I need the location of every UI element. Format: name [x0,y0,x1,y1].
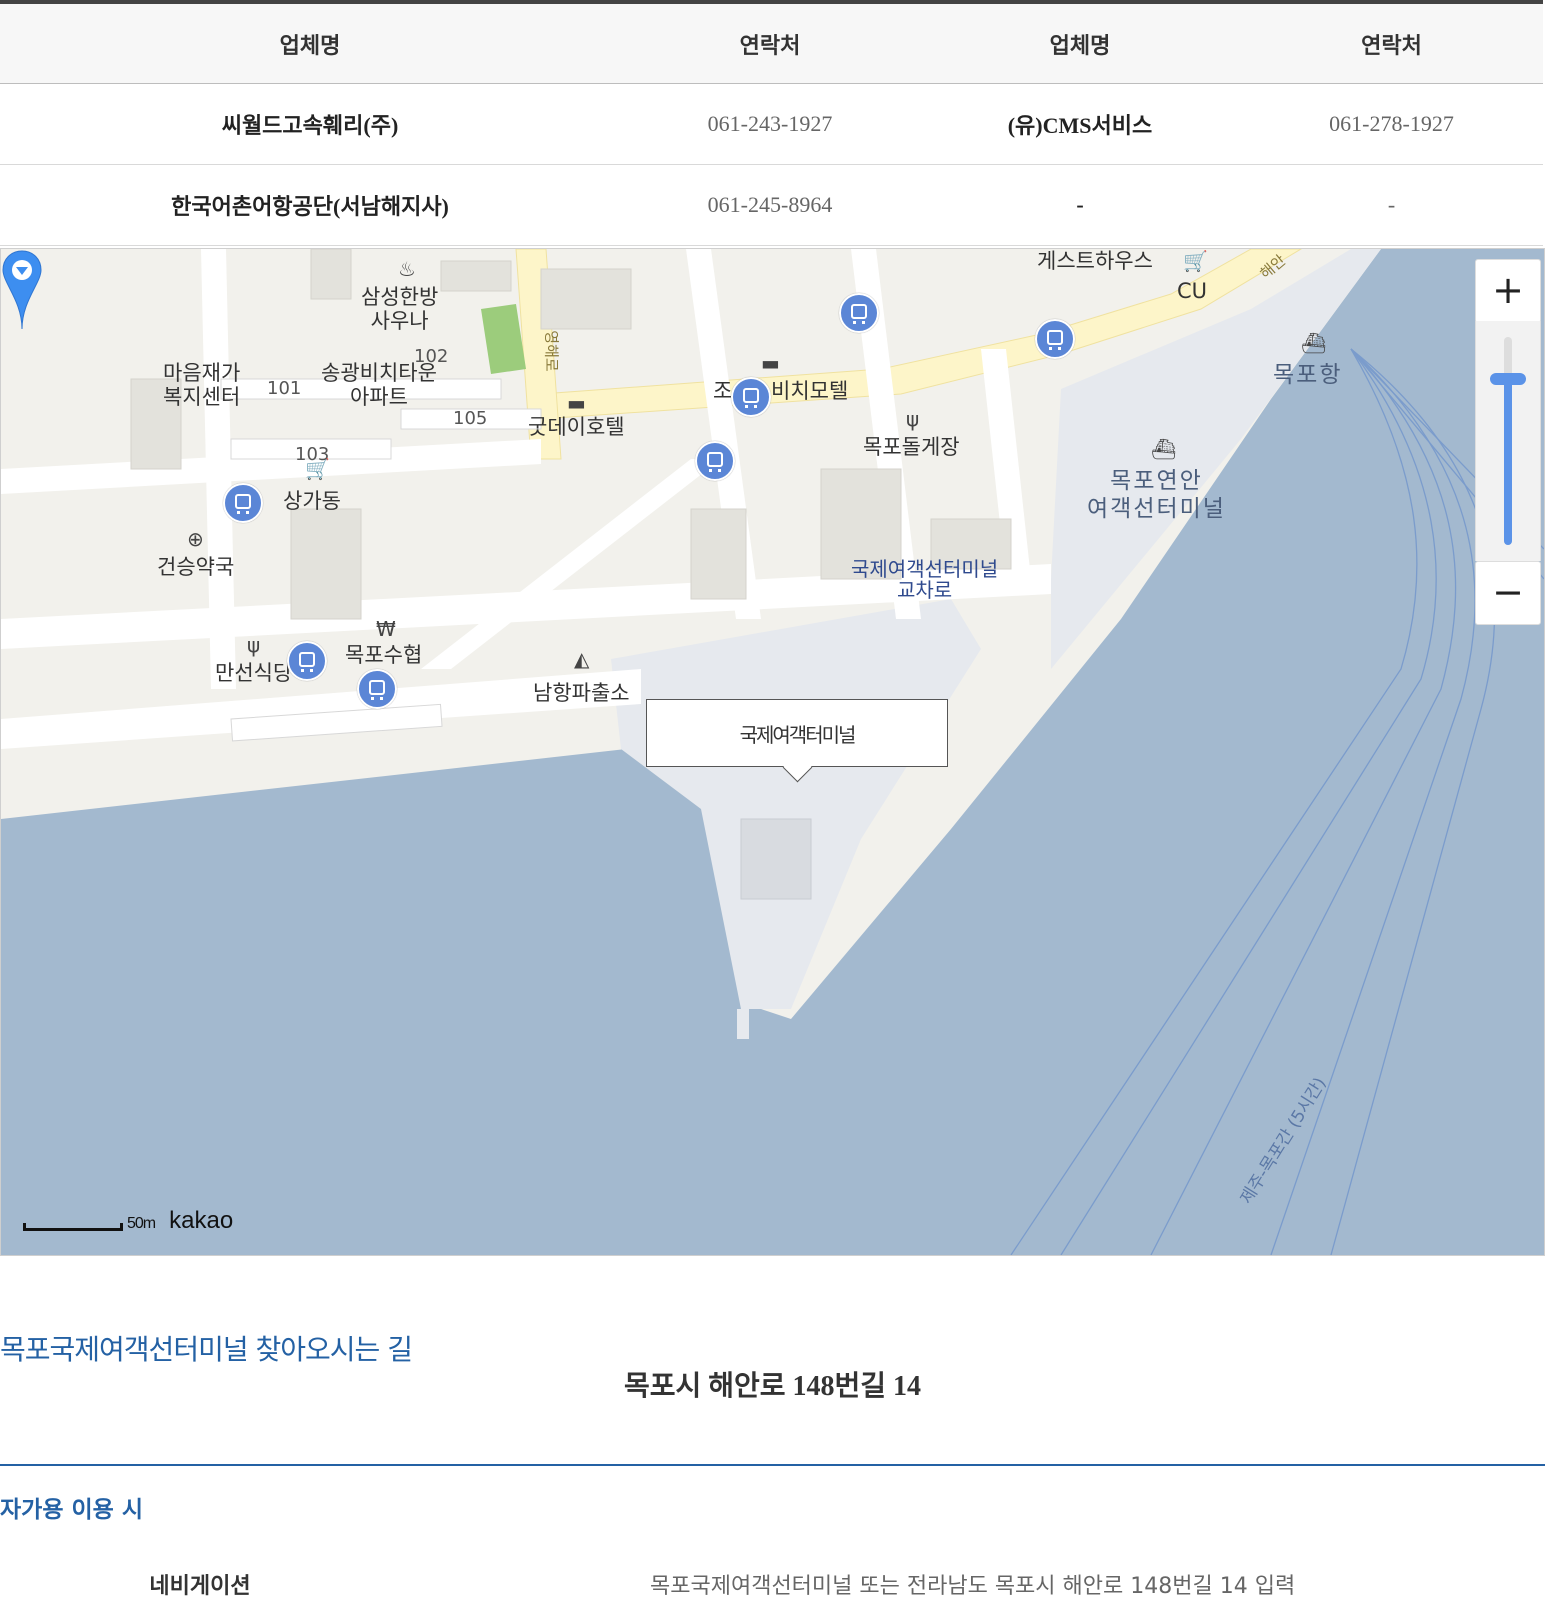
poi-label[interactable]: 남항파출소 [533,681,630,705]
bed-icon: ▬ [567,391,586,415]
zoom-control: + − [1475,259,1541,625]
building [440,260,512,292]
contact-table: 업체명 연락처 업체명 연락처 씨월드고속훼리(주) 061-243-1927 … [0,0,1543,246]
map-pin-icon[interactable] [1,249,43,331]
table-header-row: 업체명 연락처 업체명 연락처 [0,4,1543,84]
building [540,268,632,330]
poi-label[interactable]: CU [1177,279,1207,303]
bus-stop-icon[interactable] [731,377,771,417]
bed-icon: ▬ [761,351,780,375]
zoom-out-button[interactable]: − [1475,561,1541,625]
building-number: 105 [453,408,488,429]
scale-bar [23,1223,123,1231]
bus-stop-icon[interactable] [287,641,327,681]
column-header: 업체명 [279,32,341,58]
poi-label[interactable]: 건승약국 [157,555,234,579]
marker-infowindow[interactable]: 국제여객터미널 [646,699,948,767]
bus-stop-icon[interactable] [695,441,735,481]
building [290,508,362,620]
poi-label[interactable]: 삼성한방 사우나 [361,285,438,333]
terminal-label[interactable]: 목포연안 여객선터미널 [1087,467,1226,523]
phone-number: - [1387,192,1396,217]
company-name: (유)CMS서비스 [1007,113,1153,138]
zoom-in-button[interactable]: + [1475,259,1541,323]
map-view[interactable]: ♨ 삼성한방 사우나 마음재가 복지센터 송광비치타운 아파트 101 102 103… [0,248,1545,1256]
ship-icon: ⛴ [1151,437,1177,461]
road-label: 영해로 [542,330,561,372]
building-number: 101 [267,378,302,399]
navigation-value: 목포국제여객선터미널 또는 전라남도 목포시 해안로 148번길 14 입력 [650,1574,1296,1599]
directions-title: 목포국제여객선터미널 찾아오시는 길 [0,1333,413,1366]
column-header: 연락처 [739,32,801,58]
scale-label: 50m [127,1215,156,1232]
column-header: 연락처 [1361,32,1422,58]
zoom-slider[interactable] [1475,321,1541,561]
bus-stop-icon[interactable] [223,483,263,523]
poi-label[interactable]: 목포수협 [345,643,422,667]
bus-stop-icon[interactable] [357,669,397,709]
restaurant-icon: ψ [247,633,261,657]
phone-number: 061-278-1927 [1329,111,1454,136]
restaurant-icon: ψ [906,407,920,431]
divider [0,1464,1545,1466]
poi-label[interactable]: 게스트하우스 [1037,249,1153,273]
company-name: 씨월드고속훼리(주) [221,113,399,138]
company-name: 한국어촌어항공단(서남해지사) [171,194,449,219]
poi-label[interactable]: 만선식당 [215,661,292,685]
pharmacy-icon: ⊕ [187,527,204,551]
building [740,818,812,900]
cart-icon: 🛒 [305,457,330,481]
navigation-label: 네비게이션 [149,1574,251,1599]
address: 목포시 해안로 148번길 14 [623,1371,922,1402]
building [690,508,747,600]
phone-number: 061-245-8964 [707,192,833,217]
poi-label[interactable]: 비치모텔 [771,379,848,403]
port-label[interactable]: 목포항 [1273,361,1342,389]
building-number: 102 [414,346,449,367]
phone-number: 061-243-1927 [707,111,833,136]
police-icon: ◭ [574,647,590,671]
cart-icon: 🛒 [1183,249,1208,273]
map-scale: 50m kakao [23,1209,233,1233]
kakao-logo[interactable]: kakao [169,1209,233,1233]
car-section-title: 자가용 이용 시 [0,1497,143,1523]
bus-stop-icon[interactable] [1035,319,1075,359]
breakwater [737,1009,749,1039]
company-name: - [1076,192,1084,217]
table-row: 한국어촌어항공단(서남해지사) 061-245-8964 - - [0,165,1543,246]
intersection-label[interactable]: 국제여객선터미널 교차로 [851,559,998,601]
column-header: 업체명 [1049,32,1111,58]
poi-label[interactable]: 목포돌게장 [863,435,960,459]
poi-label[interactable]: 마음재가 복지센터 [163,361,240,409]
poi-label[interactable]: 상가동 [283,489,341,513]
sauna-icon: ♨ [398,257,416,281]
zoom-level-fill [1504,378,1512,545]
won-icon: ₩ [376,617,396,641]
building [310,249,352,300]
bus-stop-icon[interactable] [839,293,879,333]
poi-label[interactable]: 굿데이호텔 [528,415,625,439]
ship-icon: ⛴ [1301,331,1327,355]
poi-label[interactable]: 조 [713,379,732,403]
zoom-handle[interactable] [1490,372,1526,385]
table-row: 씨월드고속훼리(주) 061-243-1927 (유)CMS서비스 061-27… [0,84,1543,165]
